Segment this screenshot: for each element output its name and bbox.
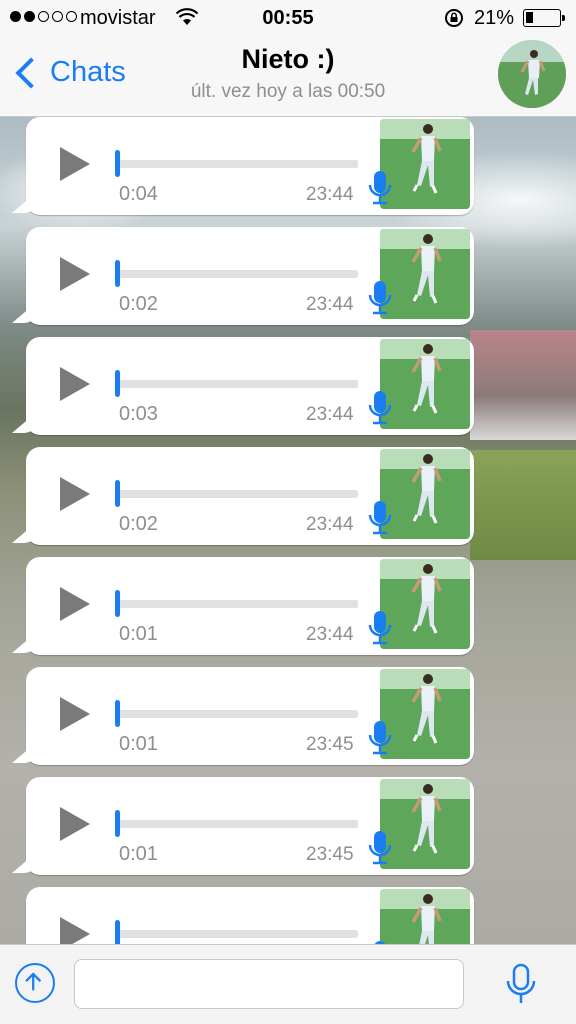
audio-progress-track[interactable]: [116, 600, 358, 608]
sender-photo: [380, 119, 470, 209]
sender-photo: [380, 889, 470, 945]
sender-avatar: [380, 669, 470, 759]
message-timestamp: 23:44: [306, 514, 354, 535]
sender-avatar: [380, 449, 470, 539]
bubble-tail: [12, 411, 38, 433]
battery-percent: 21%: [474, 7, 515, 29]
message-list[interactable]: 0:04 23:44 0:02 23:44 0:03 23:44 0:02 23…: [0, 117, 576, 945]
play-icon[interactable]: [60, 477, 90, 511]
status-bar: movistar 00:55 21%: [0, 0, 576, 36]
voice-message-bubble: 0:03 23:44: [12, 337, 474, 435]
microphone-icon: [368, 391, 392, 425]
audio-progress-track[interactable]: [116, 160, 358, 168]
back-button[interactable]: Chats: [12, 56, 126, 89]
sender-avatar: [380, 229, 470, 319]
play-icon[interactable]: [60, 367, 90, 401]
battery-fill: [526, 12, 533, 23]
voice-message-duration: 0:03: [119, 403, 158, 425]
audio-scrubber-handle[interactable]: [115, 810, 120, 837]
bubble-tail: [12, 851, 38, 873]
audio-progress-track[interactable]: [116, 710, 358, 718]
sender-photo: [380, 559, 470, 649]
play-icon[interactable]: [60, 587, 90, 621]
sender-avatar: [380, 779, 470, 869]
voice-message-bubble: 0:01 23:44: [12, 557, 474, 655]
voice-message-duration: 0:01: [119, 733, 158, 755]
sender-photo: [380, 339, 470, 429]
last-seen-status: últ. vez hoy a las 00:50: [190, 81, 386, 102]
audio-progress-track[interactable]: [116, 930, 358, 938]
conversation-header[interactable]: Nieto :) últ. vez hoy a las 00:50: [150, 44, 426, 103]
voice-message-bubble: 0:02 23:44: [12, 227, 474, 325]
sender-photo: [380, 449, 470, 539]
bubble-tail: [12, 741, 38, 763]
voice-message-bubble: [26, 887, 474, 945]
message-timestamp: 23:44: [306, 294, 354, 315]
sender-photo: [380, 779, 470, 869]
rotation-lock-icon: [445, 9, 463, 27]
audio-scrubber-handle[interactable]: [115, 590, 120, 617]
back-button-label: Chats: [50, 56, 126, 88]
audio-progress-track[interactable]: [116, 820, 358, 828]
contact-name: Nieto :): [241, 44, 335, 74]
voice-message-duration: 0:01: [119, 623, 158, 645]
audio-scrubber-handle[interactable]: [115, 370, 120, 397]
voice-message-bubble: 0:04 23:44: [12, 117, 474, 215]
sender-avatar: [380, 559, 470, 649]
play-icon[interactable]: [60, 257, 90, 291]
voice-message-duration: 0:01: [119, 843, 158, 865]
chevron-left-icon: [15, 56, 47, 89]
bubble-tail: [12, 631, 38, 653]
play-icon[interactable]: [60, 917, 90, 945]
voice-message-duration: 0:02: [119, 293, 158, 315]
audio-scrubber-handle[interactable]: [115, 150, 120, 177]
upload-icon[interactable]: [15, 963, 55, 1003]
voice-message-bubble: 0:02 23:44: [12, 447, 474, 545]
microphone-icon: [368, 171, 392, 205]
contact-avatar[interactable]: [498, 40, 566, 108]
microphone-icon: [368, 281, 392, 315]
bubble-tail: [12, 521, 38, 543]
play-icon[interactable]: [60, 697, 90, 731]
audio-scrubber-handle[interactable]: [115, 480, 120, 507]
message-timestamp: 23:44: [306, 184, 354, 205]
microphone-icon: [368, 611, 392, 645]
message-timestamp: 23:45: [306, 844, 354, 865]
record-microphone-icon[interactable]: [505, 963, 537, 1007]
microphone-icon: [368, 721, 392, 755]
audio-scrubber-handle[interactable]: [115, 700, 120, 727]
navigation-bar: Chats Nieto :) últ. vez hoy a las 00:50: [0, 36, 576, 117]
sender-photo: [380, 229, 470, 319]
sender-avatar: [380, 889, 470, 945]
audio-progress-track[interactable]: [116, 380, 358, 388]
message-timestamp: 23:44: [306, 624, 354, 645]
voice-message-duration: 0:04: [119, 183, 158, 205]
audio-scrubber-handle[interactable]: [115, 260, 120, 287]
audio-progress-track[interactable]: [116, 490, 358, 498]
voice-message-duration: 0:02: [119, 513, 158, 535]
sender-avatar: [380, 119, 470, 209]
sender-photo: [380, 669, 470, 759]
play-icon[interactable]: [60, 147, 90, 181]
play-icon[interactable]: [60, 807, 90, 841]
bubble-tail: [12, 191, 38, 213]
battery-icon: [523, 9, 565, 27]
voice-message-bubble: 0:01 23:45: [12, 777, 474, 875]
message-input-bar: [0, 944, 576, 1024]
message-text-field[interactable]: [74, 959, 464, 1009]
microphone-icon: [368, 501, 392, 535]
audio-progress-track[interactable]: [116, 270, 358, 278]
audio-scrubber-handle[interactable]: [115, 920, 120, 945]
contact-photo: [498, 40, 566, 108]
bubble-tail: [12, 301, 38, 323]
message-timestamp: 23:45: [306, 734, 354, 755]
microphone-icon: [368, 831, 392, 865]
sender-avatar: [380, 339, 470, 429]
message-timestamp: 23:44: [306, 404, 354, 425]
voice-message-bubble: 0:01 23:45: [12, 667, 474, 765]
